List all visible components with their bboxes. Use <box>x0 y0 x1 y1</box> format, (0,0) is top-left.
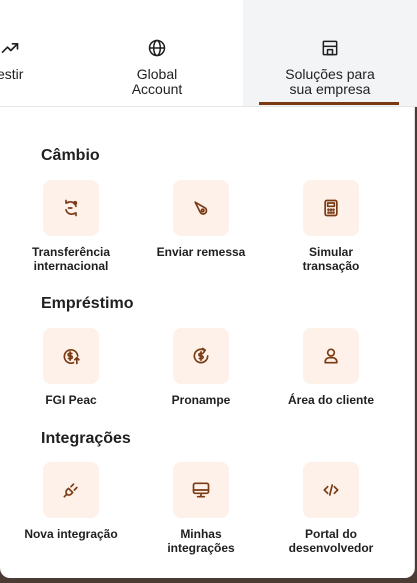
send-remittance-icon <box>194 201 208 215</box>
calculator-icon <box>324 199 338 217</box>
section-title-emprestimo: Empréstimo <box>41 295 134 312</box>
tile-icon-box <box>303 328 359 384</box>
coin-refresh-icon <box>193 347 209 364</box>
nav-item-investir[interactable]: vestir <box>0 0 50 106</box>
tile-icon-box <box>173 180 229 236</box>
globe-icon <box>148 39 166 57</box>
tile-enviar-remessa[interactable]: Enviar remessa <box>136 180 266 259</box>
tile-pronampe[interactable]: Pronampe <box>136 328 266 407</box>
tile-fgi-peac[interactable]: FGI Peac <box>6 328 136 407</box>
top-navigation: vestir Global Account Soluções para sua … <box>0 0 417 107</box>
tile-label: Pronampe <box>171 393 231 407</box>
nav-item-solucoes-empresa[interactable]: Soluções para sua empresa <box>243 0 417 106</box>
active-tab-indicator <box>259 102 399 105</box>
code-icon <box>323 484 339 496</box>
tile-label: Minhas integrações <box>167 527 235 555</box>
section-title-cambio: Câmbio <box>41 147 100 164</box>
tile-portal-do-desenvolvedor[interactable]: Portal do desenvolvedor <box>266 462 396 555</box>
coin-arrow-up-icon <box>63 348 80 365</box>
plug-icon <box>63 483 78 498</box>
section-title-integracoes: Integrações <box>41 430 131 447</box>
store-icon <box>322 40 338 56</box>
tile-icon-box <box>43 180 99 236</box>
trending-up-icon <box>1 43 19 54</box>
tile-label: Enviar remessa <box>156 245 246 259</box>
tile-minhas-integracoes[interactable]: Minhas integrações <box>136 462 266 555</box>
nav-item-label: Global Account <box>131 66 183 97</box>
tile-icon-box <box>303 180 359 236</box>
tile-transferencia-internacional[interactable]: Transferência internacional <box>6 180 136 273</box>
tile-nova-integracao[interactable]: Nova integração <box>6 462 136 541</box>
tile-simular-transacao[interactable]: Simular transação <box>266 180 396 273</box>
tile-icon-box <box>43 328 99 384</box>
user-icon <box>324 348 338 364</box>
tile-icon-box <box>43 462 99 518</box>
tile-icon-box <box>173 328 229 384</box>
tile-icon-box <box>173 462 229 518</box>
tile-label: Área do cliente <box>287 393 375 407</box>
tile-label: Transferência internacional <box>31 245 111 273</box>
monitor-icon <box>192 482 210 498</box>
nav-item-label: vestir <box>0 66 24 82</box>
tile-icon-box <box>303 462 359 518</box>
tile-area-do-cliente[interactable]: Área do cliente <box>266 328 396 407</box>
tile-label: Portal do desenvolvedor <box>288 527 374 555</box>
dropdown-panel: Câmbio Transferência internacional Envia… <box>0 107 415 578</box>
tile-label: Nova integração <box>24 527 118 541</box>
tile-label: Simular transação <box>302 245 360 273</box>
exchange-arrows-icon <box>65 199 78 217</box>
nav-item-label: Soluções para sua empresa <box>285 66 375 97</box>
tile-label: FGI Peac <box>45 393 97 407</box>
nav-item-global-account[interactable]: Global Account <box>98 0 216 106</box>
